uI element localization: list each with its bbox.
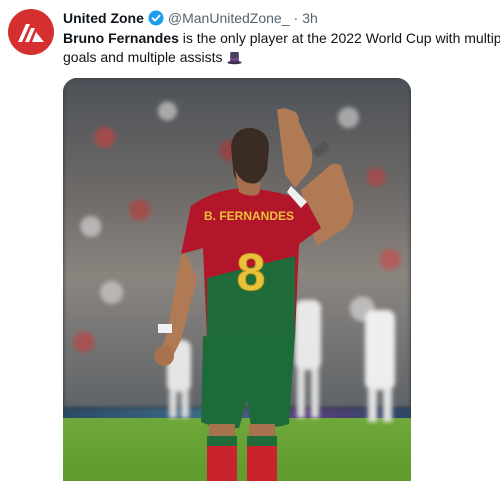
united-zone-logo-icon	[18, 24, 44, 42]
top-hat-icon	[227, 50, 242, 70]
tweet-text-line-2: goals and multiple assists	[63, 48, 500, 70]
player-name-mention: Bruno Fernandes	[63, 30, 179, 46]
tweet-header: United Zone @ManUnitedZone_ · 3h	[63, 9, 318, 27]
separator-dot: ·	[293, 10, 299, 26]
timestamp[interactable]: 3h	[302, 9, 318, 27]
tweet[interactable]: United Zone @ManUnitedZone_ · 3h Bruno F…	[0, 0, 500, 481]
shirt-number-label: 8	[237, 244, 266, 302]
tweet-photo[interactable]: B. FERNANDES 8	[63, 78, 411, 481]
tweet-text-line-1: Bruno Fernandes is the only player at th…	[63, 29, 500, 48]
display-name[interactable]: United Zone	[63, 9, 144, 27]
tweet-text-part-1: is the only player at the 2022 World Cup…	[178, 30, 500, 46]
verified-badge-icon	[148, 10, 164, 26]
tweet-text: Bruno Fernandes is the only player at th…	[63, 29, 500, 70]
shirt-name-label: B. FERNANDES	[204, 209, 294, 223]
player-figure: B. FERNANDES 8	[154, 108, 354, 481]
avatar[interactable]	[8, 9, 54, 55]
user-handle[interactable]: @ManUnitedZone_	[168, 9, 290, 27]
tweet-text-part-2: goals and multiple assists	[63, 49, 223, 65]
